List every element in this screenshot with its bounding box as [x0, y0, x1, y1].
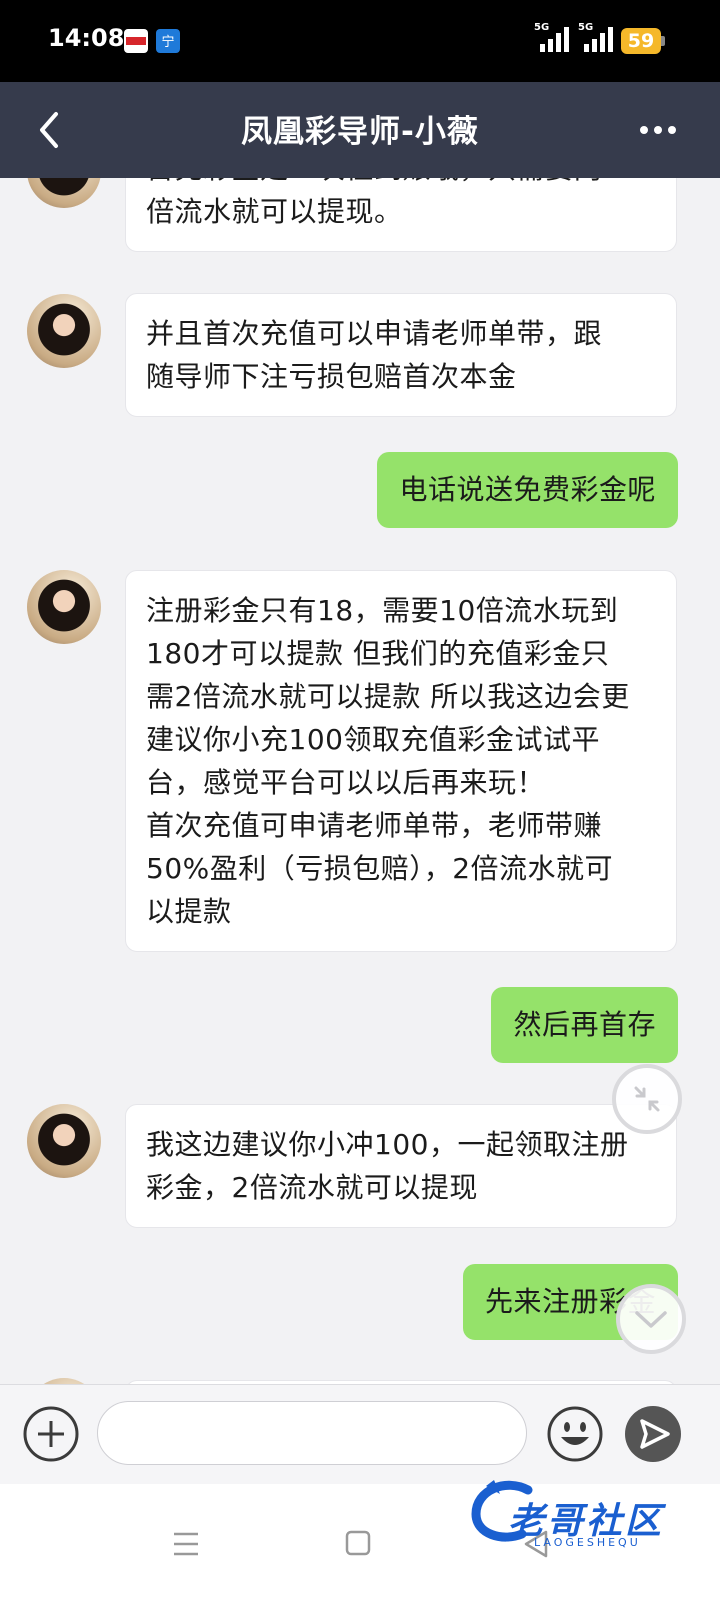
- agent-avatar[interactable]: [27, 1104, 101, 1178]
- home-square-icon: [345, 1530, 371, 1556]
- message-input-bar: [0, 1384, 720, 1485]
- chat-header: 凤凰彩导师-小薇: [0, 82, 720, 178]
- agent-avatar[interactable]: [27, 178, 101, 208]
- message-bubble-incoming: 并且首次充值可以申请老师单带，跟 随导师下注亏损包赔首次本金: [125, 293, 677, 417]
- message-line: 需2倍流水就可以提款 所以我这边会更: [146, 680, 630, 713]
- battery-indicator: 59: [621, 28, 661, 54]
- message-line: 建议你小充100领取充值彩金试试平: [146, 723, 600, 756]
- chat-title: 凤凰彩导师-小薇: [241, 114, 479, 150]
- message-line: 注册彩金只有18，需要10倍流水玩到: [146, 594, 619, 627]
- emoji-icon: [547, 1406, 603, 1462]
- message-line: 我这边建议你小冲100，一起领取注册: [146, 1128, 629, 1161]
- signal-label-1: 5G: [534, 22, 550, 33]
- signal-icon: 5G: [578, 22, 614, 54]
- collapse-button[interactable]: [612, 1064, 682, 1134]
- message-input[interactable]: [97, 1401, 527, 1465]
- message-line: 随导师下注亏损包赔首次本金: [146, 360, 517, 393]
- collapse-icon: [634, 1086, 660, 1112]
- signal-icon: 5G: [534, 22, 570, 54]
- more-horizontal-icon: [640, 126, 676, 134]
- chevron-down-icon: [635, 1311, 667, 1328]
- attach-button[interactable]: [22, 1405, 80, 1463]
- menu-icon: [174, 1532, 198, 1556]
- message-line: 倍流水就可以提现。: [146, 195, 403, 228]
- more-button[interactable]: [636, 114, 680, 146]
- emoji-button[interactable]: [546, 1405, 604, 1463]
- message-bubble-outgoing: 电话说送免费彩金呢: [377, 452, 678, 528]
- app-icon-2: 宁: [156, 29, 180, 53]
- recent-apps-button[interactable]: [170, 1524, 210, 1564]
- watermark-subtext: LAOGESHEQU: [534, 1536, 641, 1549]
- agent-avatar[interactable]: [27, 570, 101, 644]
- status-time: 14:08: [48, 24, 125, 52]
- svg-text:宁: 宁: [161, 34, 174, 49]
- message-line: 并且首次充值可以申请老师单带，跟: [146, 317, 603, 350]
- message-line: 首充彩金是一次性到账哦，只需要两: [146, 178, 656, 190]
- scroll-down-button[interactable]: [616, 1284, 686, 1354]
- message-line: 以提款: [146, 895, 232, 928]
- message-line: 彩金，2倍流水就可以提现: [146, 1171, 478, 1204]
- message-line: 台，感觉平台可以以后再来玩！: [146, 766, 546, 799]
- battery-tip: [661, 36, 665, 46]
- message-line: 50%盈利（亏损包赔），2倍流水就可: [146, 852, 614, 885]
- app-icon-1: [124, 29, 148, 53]
- message-bubble-outgoing: 然后再首存: [491, 987, 678, 1063]
- agent-avatar[interactable]: [27, 294, 101, 368]
- plus-circle-icon: [23, 1406, 79, 1462]
- message-bubble-incoming: 注册彩金只有18，需要10倍流水玩到 180才可以提款 但我们的充值彩金只 需2…: [125, 570, 677, 952]
- chat-message-list[interactable]: 首充彩金是一次性到账哦，只需要两 倍流水就可以提现。 并且首次充值可以申请老师单…: [0, 178, 720, 1384]
- message-bubble-incoming: 我这边建议你小冲100，一起领取注册 彩金，2倍流水就可以提现: [125, 1104, 677, 1228]
- message-line: 180才可以提款 但我们的充值彩金只: [146, 637, 610, 670]
- signal-label-2: 5G: [578, 22, 594, 33]
- send-button[interactable]: [624, 1405, 682, 1463]
- home-button[interactable]: [344, 1524, 384, 1564]
- status-bar: 14:08 宁 5G 5G 59: [0, 0, 720, 82]
- message-line: 首次充值可申请老师单带，老师带赚: [146, 809, 603, 842]
- send-icon: [625, 1406, 681, 1462]
- message-bubble-incoming: 首充彩金是一次性到账哦，只需要两 倍流水就可以提现。: [125, 178, 677, 252]
